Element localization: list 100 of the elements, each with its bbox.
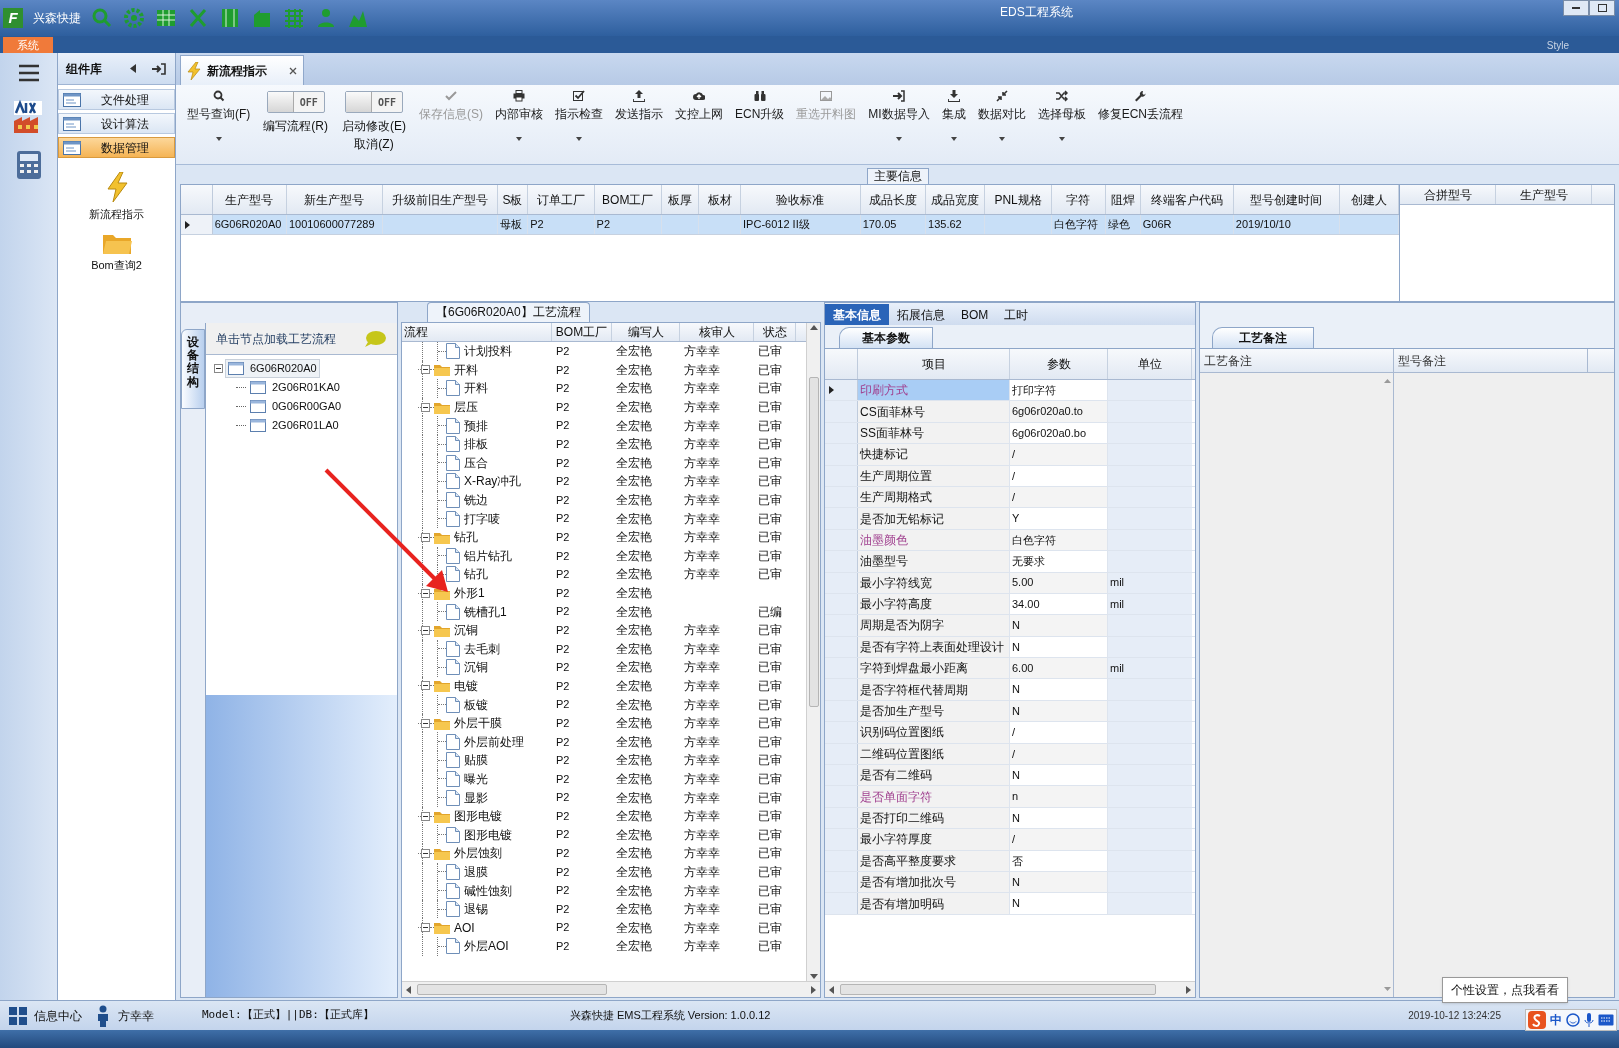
toolbar-button[interactable]: 内部审核 [490,89,548,159]
panel-item[interactable]: 设计算法 [58,113,175,134]
parameter-row[interactable]: 是否高平整度要求 否 [825,850,1195,872]
table-icon[interactable] [155,7,177,29]
subtab[interactable]: 基本参数 [839,327,933,348]
tree-node[interactable]: 2G06R01KA0 [248,379,342,396]
flow-row[interactable]: 外层前处理 P2 全宏艳 方幸幸 已审 [402,732,806,752]
subtab[interactable]: 工艺备注 [1212,327,1314,348]
flow-row[interactable]: 贴膜 P2 全宏艳 方幸幸 已审 [402,751,806,770]
tree-node[interactable]: 6G06R020A0 [225,359,320,378]
collapse-icon[interactable] [421,532,430,542]
collapse-icon[interactable] [421,681,430,691]
toggle-switch[interactable]: OFF [345,91,403,113]
flow-row[interactable]: 排板 P2 全宏艳 方幸幸 已审 [402,434,806,454]
collapse-icon[interactable] [421,625,430,635]
flow-row[interactable]: 铣边 P2 全宏艳 方幸幸 已审 [402,490,806,510]
table-row[interactable]: 6G06R020A0 10010600077289 母板 P2 P2 IPC-6012 II级 170.05 135.62 白色字符 绿色 G06R 2019/10/10 [181,215,1399,235]
parameter-row[interactable]: 是否字符框代替周期 N [825,679,1195,701]
tab[interactable]: 基本信息 [825,304,889,325]
panel-item[interactable]: 文件处理 [58,89,175,110]
flow-row[interactable]: 开料 P2 全宏艳 方幸幸 已审 [402,379,806,398]
parameter-row[interactable]: 识别码位置图纸 / [825,722,1195,744]
parameter-row[interactable]: 最小字符线宽 5.00 mil [825,572,1195,594]
parameter-row[interactable]: 是否有增加明码 N [825,893,1195,915]
toolbar-button[interactable]: 集成 [936,89,971,159]
tree-node[interactable]: 0G06R00GA0 [248,398,344,415]
flow-row[interactable]: 碱性蚀刻 P2 全宏艳 方幸幸 已审 [402,881,806,900]
parameter-row[interactable]: 快捷标记 / [825,444,1195,466]
collapse-icon[interactable] [421,848,430,858]
flow-row[interactable]: 图形电镀 P2 全宏艳 方幸幸 已审 [402,825,806,845]
collapse-icon[interactable] [421,923,430,933]
flow-row[interactable]: 去毛刺 P2 全宏艳 方幸幸 已审 [402,639,806,659]
toolbar-button[interactable]: MI数据导入 [863,89,935,159]
document-tab[interactable]: 新流程指示 [180,55,304,85]
flow-row[interactable]: 退膜 P2 全宏艳 方幸幸 已审 [402,862,806,882]
collapse-icon[interactable] [421,402,430,412]
flow-row[interactable]: 层压 P2 全宏艳 方幸幸 已审 [402,397,806,417]
tab[interactable]: 工时 [996,304,1037,325]
parameter-row[interactable]: 生产周期位置 / [825,465,1195,487]
toolbar-button[interactable]: 选择母板 [1032,89,1091,159]
flow-row[interactable]: 外层干膜 P2 全宏艳 方幸幸 已审 [402,713,806,733]
flow-row[interactable]: 显影 P2 全宏艳 方幸幸 已审 [402,788,806,807]
maximize-button[interactable] [1589,0,1615,16]
parameter-row[interactable]: 是否打印二维码 N [825,807,1195,830]
flow-row[interactable]: 计划投料 P2 全宏艳 方幸幸 已审 [402,342,806,361]
horizontal-scrollbar[interactable] [402,981,820,997]
collapse-icon[interactable] [421,588,430,598]
collapse-icon[interactable] [421,811,430,821]
pin-button[interactable] [151,61,167,76]
flow-row[interactable]: 预排 P2 全宏艳 方幸幸 已审 [402,416,806,435]
parameter-row[interactable]: 字符到焊盘最小距离 6.00 mil [825,658,1195,680]
flow-row[interactable]: 沉铜 P2 全宏艳 方幸幸 已审 [402,620,806,640]
toolbar-button[interactable]: 文控上网 [670,89,728,159]
flow-row[interactable]: 电镀 P2 全宏艳 方幸幸 已审 [402,676,806,696]
flow-row[interactable]: 压合 P2 全宏艳 方幸幸 已审 [402,453,806,473]
toolbar-button[interactable]: 数据对比 [972,89,1031,159]
toolbar-button[interactable]: ECN升级 [730,89,790,159]
flow-row[interactable]: 铣槽孔1 P2 全宏艳 已编 [402,602,806,621]
collapse-button[interactable] [127,61,139,76]
minimize-button[interactable] [1563,0,1589,16]
flow-row[interactable]: 沉铜 P2 全宏艳 方幸幸 已审 [402,658,806,677]
flow-row[interactable]: 外层AOI P2 全宏艳 方幸幸 已审 [402,937,806,956]
film-icon[interactable] [219,7,241,29]
parameter-row[interactable]: 是否有字符上表面处理设计 N [825,636,1195,659]
parameter-row[interactable]: 油墨型号 无要求 [825,551,1195,573]
parameter-row[interactable]: CS面菲林号 6g06r020a0.to [825,401,1195,423]
tree-node[interactable]: 2G06R01LA0 [248,417,341,434]
flow-row[interactable]: 图形电镀 P2 全宏艳 方幸幸 已审 [402,806,806,826]
parameter-row[interactable]: 印刷方式 打印字符 [825,380,1195,402]
input-method-bar[interactable]: 中 [1525,1009,1617,1031]
toolbar-button[interactable]: 发送指示 [610,89,668,159]
collapse-icon[interactable] [421,365,430,375]
flow-row[interactable]: 曝光 P2 全宏艳 方幸幸 已审 [402,769,806,789]
parameter-row[interactable]: 生产周期格式 / [825,486,1195,509]
parameter-row[interactable]: 油墨颜色 白色字符 [825,529,1195,552]
parameter-row[interactable]: 是否有增加批次号 N [825,872,1195,894]
parameter-row[interactable]: 二维码位置图纸 / [825,743,1195,766]
flow-row[interactable]: 铝片钻孔 P2 全宏艳 方幸幸 已审 [402,546,806,566]
parameter-row[interactable]: 是否加生产型号 N [825,700,1195,723]
parameter-row[interactable]: 最小字符厚度 / [825,829,1195,851]
launcher-item[interactable]: 新流程指示 [89,172,144,223]
flow-row[interactable]: 打字唛 P2 全宏艳 方幸幸 已审 [402,509,806,528]
parameter-row[interactable]: 是否有二维码 N [825,765,1195,787]
flow-row[interactable]: 钻孔 P2 全宏艳 方幸幸 已审 [402,527,806,547]
parameter-row[interactable]: 最小字符高度 34.00 mil [825,593,1195,616]
style-menu[interactable]: Style [1546,38,1569,53]
toolbar-button[interactable]: 修复ECN丢流程 [1092,89,1189,159]
flow-row[interactable]: 开料 P2 全宏艳 方幸幸 已审 [402,360,806,380]
parameter-row[interactable]: 周期是否为阴字 N [825,615,1195,637]
vertical-tab[interactable]: 设备结构 [181,329,205,409]
parameter-row[interactable]: 是否单面字符 n [825,786,1195,808]
toolbar-button[interactable]: 指示检查 [550,89,608,159]
launcher-item[interactable]: Bom查询2 [91,230,142,273]
tab[interactable]: 拓展信息 [889,304,953,325]
panel-item[interactable]: 数据管理 [58,137,175,158]
parameter-row[interactable]: 是否加无铅标记 Y [825,508,1195,530]
flow-row[interactable]: X-Ray冲孔 P2 全宏艳 方幸幸 已审 [402,472,806,491]
toggle-switch[interactable]: OFF [266,91,325,113]
tab[interactable]: BOM [953,304,997,325]
message-center-button[interactable]: 信息中心 [8,1005,82,1026]
